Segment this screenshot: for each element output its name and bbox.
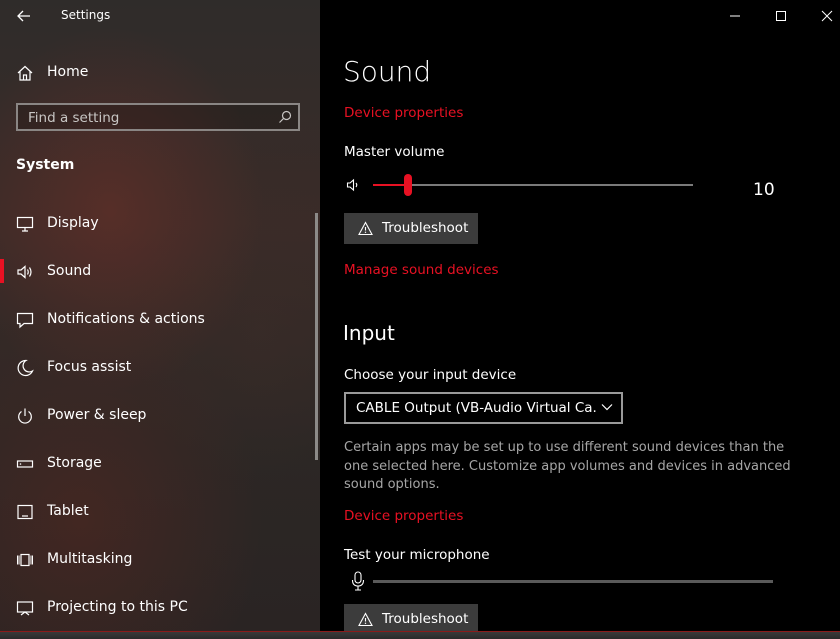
input-section-title: Input <box>343 321 395 345</box>
input-device-label: Choose your input device <box>344 367 517 383</box>
close-icon <box>821 10 833 22</box>
home-label: Home <box>47 64 89 80</box>
sidebar: Settings Home Find a setting System Disp… <box>0 0 320 639</box>
master-volume-thumb[interactable] <box>404 174 413 196</box>
moon-icon <box>17 359 34 377</box>
troubleshoot-button[interactable]: Troubleshoot <box>344 213 478 244</box>
volume-icon[interactable] <box>346 177 362 193</box>
display-icon <box>16 216 34 232</box>
test-microphone-label: Test your microphone <box>344 547 490 563</box>
manage-sound-devices-link[interactable]: Manage sound devices <box>344 262 499 278</box>
projecting-icon <box>16 601 34 616</box>
home-link[interactable]: Home <box>0 58 320 88</box>
speaker-icon <box>17 265 32 279</box>
master-volume-fill <box>373 184 409 186</box>
bottom-accent-line <box>0 631 840 632</box>
output-device-properties-link[interactable]: Device properties <box>344 105 463 121</box>
sidebar-item-focus-assist[interactable]: Focus assist <box>0 348 316 388</box>
sidebar-item-power-sleep[interactable]: Power & sleep <box>0 396 316 436</box>
minimize-button[interactable] <box>712 0 758 32</box>
title-bar: Settings <box>0 0 320 32</box>
power-icon <box>18 408 32 424</box>
tablet-icon <box>17 504 33 520</box>
input-description: Certain apps may be set up to use differ… <box>344 440 791 492</box>
sidebar-item-tablet[interactable]: Tablet <box>0 492 316 532</box>
sidebar-item-label: Display <box>47 215 99 231</box>
active-indicator <box>0 259 4 283</box>
troubleshoot-label: Troubleshoot <box>382 220 469 236</box>
sidebar-item-label: Sound <box>47 263 92 279</box>
troubleshoot-input-label: Troubleshoot <box>382 611 469 627</box>
microphone-level-meter <box>373 580 773 583</box>
storage-icon <box>16 460 34 468</box>
sidebar-item-label: Tablet <box>47 503 89 519</box>
sidebar-item-label: Power & sleep <box>47 407 147 423</box>
search-placeholder: Find a setting <box>28 110 120 126</box>
master-volume-label: Master volume <box>344 144 445 160</box>
sidebar-item-label: Multitasking <box>47 551 133 567</box>
sidebar-item-notifications[interactable]: Notifications & actions <box>0 300 316 340</box>
notification-icon <box>16 312 34 329</box>
sidebar-item-projecting[interactable]: Projecting to this PC <box>0 588 316 628</box>
sidebar-item-label: Focus assist <box>47 359 132 375</box>
taskbar-edge <box>0 631 840 639</box>
master-volume-value: 10 <box>753 180 775 200</box>
sidebar-item-storage[interactable]: Storage <box>0 444 316 484</box>
home-icon <box>17 65 33 81</box>
sidebar-item-sound[interactable]: Sound <box>0 252 316 292</box>
close-button[interactable] <box>804 0 840 32</box>
warning-icon <box>358 612 373 627</box>
master-volume-slider[interactable] <box>373 174 693 196</box>
maximize-button[interactable] <box>758 0 804 32</box>
minimize-icon <box>730 15 740 17</box>
app-title: Settings <box>61 8 111 22</box>
sidebar-item-display[interactable]: Display <box>0 204 316 244</box>
input-device-properties-link[interactable]: Device properties <box>344 508 463 524</box>
sidebar-item-label: Storage <box>47 455 102 471</box>
multitasking-icon <box>17 553 33 567</box>
microphone-icon <box>351 571 365 591</box>
input-device-dropdown[interactable]: CABLE Output (VB-Audio Virtual Ca... <box>344 392 623 424</box>
maximize-icon <box>776 11 786 21</box>
section-title: System <box>16 157 75 173</box>
input-device-value: CABLE Output (VB-Audio Virtual Ca... <box>356 400 596 416</box>
search-input[interactable]: Find a setting <box>16 103 300 131</box>
main-content: Sound Device properties Master volume 10… <box>320 0 840 639</box>
search-icon[interactable] <box>278 110 292 124</box>
warning-icon <box>358 221 373 236</box>
sidebar-item-label: Notifications & actions <box>47 311 205 327</box>
back-arrow-icon <box>17 10 30 22</box>
sidebar-item-multitasking[interactable]: Multitasking <box>0 540 316 580</box>
page-title: Sound <box>343 55 432 88</box>
chevron-down-icon <box>601 404 613 411</box>
sidebar-scrollbar[interactable] <box>315 213 318 460</box>
back-button[interactable] <box>14 6 34 26</box>
sidebar-item-label: Projecting to this PC <box>47 599 188 615</box>
